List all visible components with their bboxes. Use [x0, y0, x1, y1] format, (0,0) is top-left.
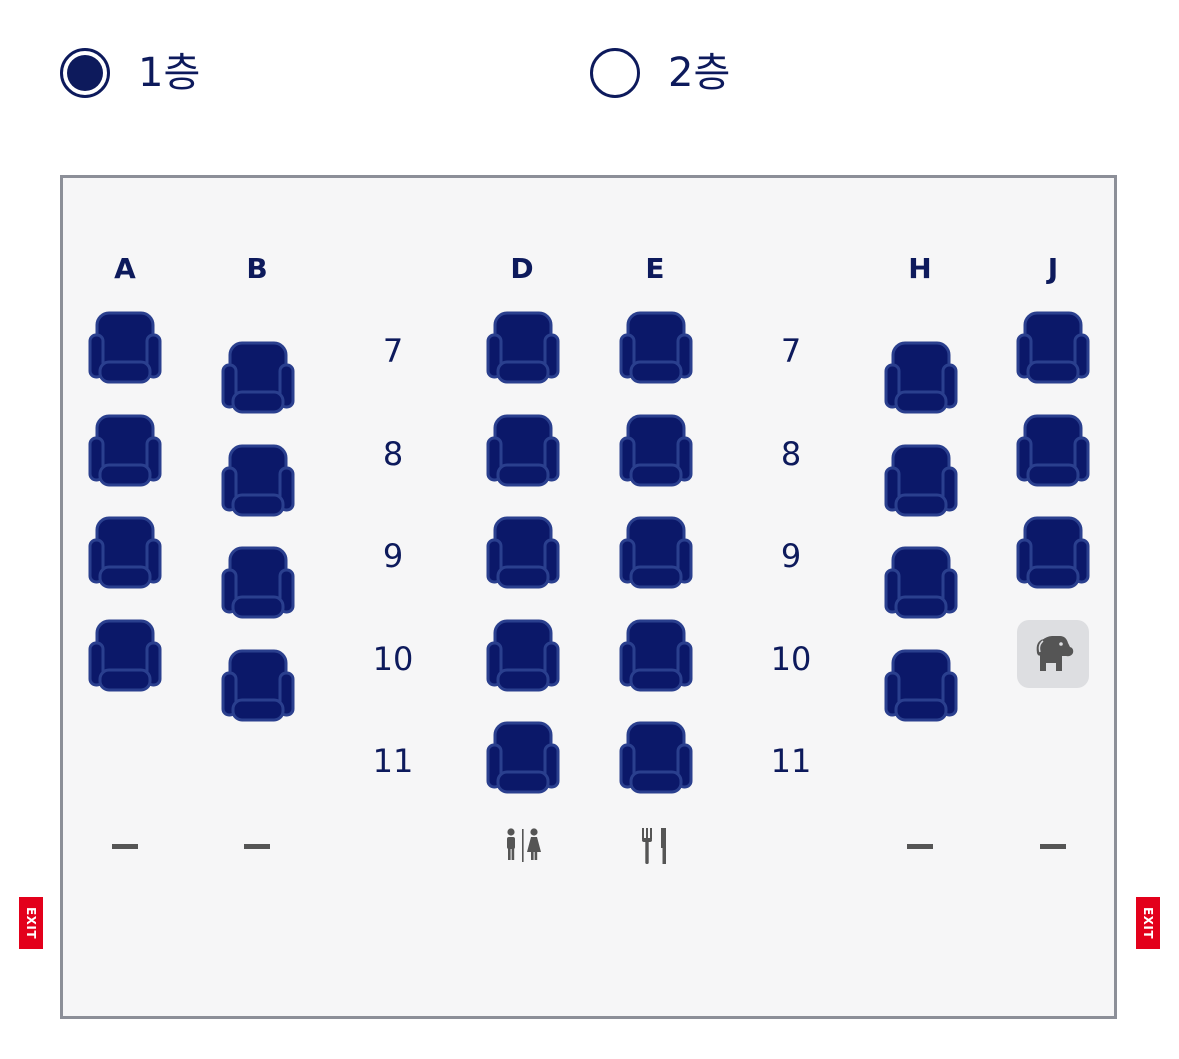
- divider-a: [112, 844, 138, 849]
- seat-10e[interactable]: [619, 619, 693, 693]
- seat-icon: [1016, 311, 1090, 384]
- seat-8j[interactable]: [1016, 414, 1090, 488]
- seat-10b[interactable]: [221, 649, 295, 723]
- seat-9d[interactable]: [486, 516, 560, 590]
- row-number-7-right: 7: [780, 332, 802, 370]
- seat-icon: [221, 546, 295, 619]
- deck-label-1: 1층: [138, 50, 201, 96]
- row-number-10-left: 10: [372, 640, 414, 678]
- seat-icon: [619, 619, 693, 692]
- exit-label-left: EXIT: [24, 906, 39, 940]
- column-header-e: E: [645, 252, 665, 285]
- column-header-b: B: [246, 252, 268, 285]
- seat-icon: [486, 619, 560, 692]
- seat-10d[interactable]: [486, 619, 560, 693]
- exit-sign-left: EXIT: [19, 897, 43, 949]
- seat-icon: [486, 311, 560, 384]
- row-number-9-left: 9: [382, 537, 404, 575]
- row-number-8-right: 8: [780, 435, 802, 473]
- exit-sign-right: EXIT: [1136, 897, 1160, 949]
- seat-icon: [88, 414, 162, 487]
- dog-icon: [1017, 620, 1089, 688]
- seat-icon: [619, 516, 693, 589]
- seat-9j[interactable]: [1016, 516, 1090, 590]
- column-header-j: J: [1047, 252, 1059, 285]
- seat-8h[interactable]: [884, 444, 958, 518]
- seat-7e[interactable]: [619, 311, 693, 385]
- seat-icon: [486, 414, 560, 487]
- seat-9b[interactable]: [221, 546, 295, 620]
- seat-7h[interactable]: [884, 341, 958, 415]
- seat-icon: [221, 341, 295, 414]
- column-header-a: A: [114, 252, 136, 285]
- row-number-11-left: 11: [372, 742, 414, 780]
- seat-9e[interactable]: [619, 516, 693, 590]
- row-number-9-right: 9: [780, 537, 802, 575]
- seat-8d[interactable]: [486, 414, 560, 488]
- column-header-h: H: [908, 252, 932, 285]
- seat-map-panel: [60, 175, 1117, 1019]
- seat-icon: [884, 649, 958, 722]
- seat-8b[interactable]: [221, 444, 295, 518]
- seat-icon: [1016, 516, 1090, 589]
- seat-10a[interactable]: [88, 619, 162, 693]
- seat-7a[interactable]: [88, 311, 162, 385]
- seat-icon: [88, 516, 162, 589]
- seat-8e[interactable]: [619, 414, 693, 488]
- seat-icon: [486, 516, 560, 589]
- seat-icon: [1016, 414, 1090, 487]
- seat-11d[interactable]: [486, 721, 560, 795]
- exit-label-right: EXIT: [1141, 906, 1156, 940]
- seat-icon: [884, 546, 958, 619]
- row-number-8-left: 8: [382, 435, 404, 473]
- seat-icon: [88, 619, 162, 692]
- seat-10h[interactable]: [884, 649, 958, 723]
- row-number-10-right: 10: [770, 640, 812, 678]
- seat-icon: [619, 414, 693, 487]
- seat-icon: [884, 341, 958, 414]
- seat-7d[interactable]: [486, 311, 560, 385]
- divider-h: [907, 844, 933, 849]
- divider-b: [244, 844, 270, 849]
- deck-label-2: 2층: [668, 50, 731, 96]
- divider-j: [1040, 844, 1066, 849]
- column-header-d: D: [510, 252, 534, 285]
- seat-10j-pet: [1016, 619, 1090, 689]
- seat-8a[interactable]: [88, 414, 162, 488]
- seat-icon: [221, 444, 295, 517]
- seat-icon: [884, 444, 958, 517]
- deck-radio-1[interactable]: 1층: [60, 48, 200, 98]
- seat-icon: [619, 721, 693, 794]
- row-number-7-left: 7: [382, 332, 404, 370]
- seat-icon: [486, 721, 560, 794]
- restroom-icon: [503, 826, 543, 868]
- seat-9h[interactable]: [884, 546, 958, 620]
- deck-radio-2[interactable]: 2층: [590, 48, 730, 98]
- radio-dot: [67, 55, 103, 91]
- seat-9a[interactable]: [88, 516, 162, 590]
- radio-button-selected[interactable]: [60, 48, 110, 98]
- row-number-11-right: 11: [770, 742, 812, 780]
- seat-7j[interactable]: [1016, 311, 1090, 385]
- seat-11e[interactable]: [619, 721, 693, 795]
- seat-7b[interactable]: [221, 341, 295, 415]
- seat-icon: [221, 649, 295, 722]
- seat-icon: [619, 311, 693, 384]
- galley-icon: [639, 826, 671, 870]
- seat-icon: [88, 311, 162, 384]
- radio-button[interactable]: [590, 48, 640, 98]
